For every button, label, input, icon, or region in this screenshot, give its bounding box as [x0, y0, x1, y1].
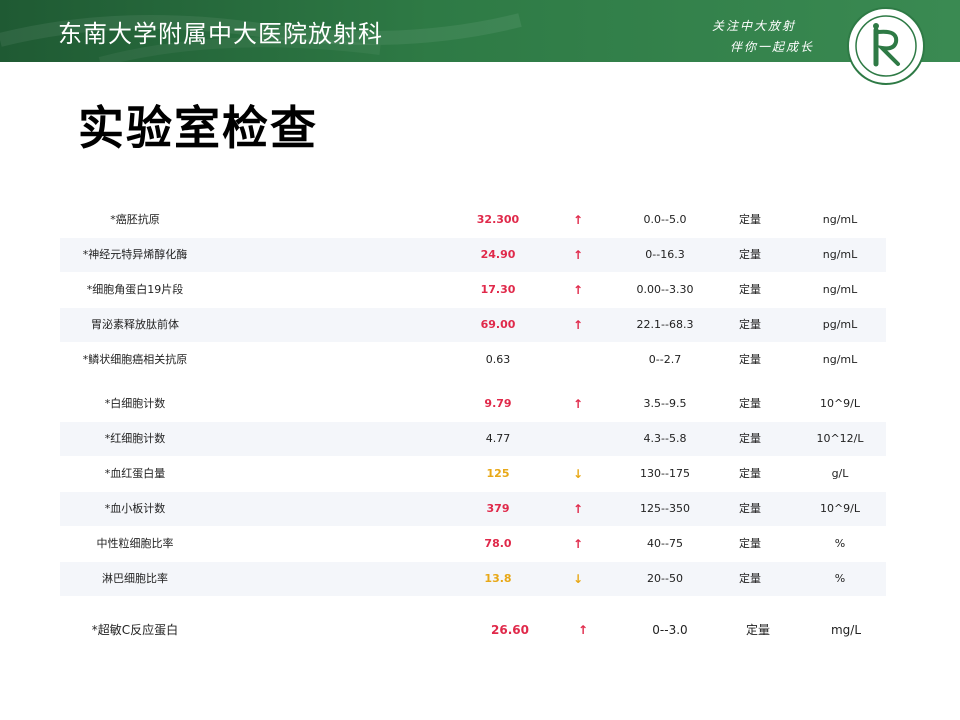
lab-reference-range: 3.5--9.5	[643, 397, 687, 410]
lab-method: 定量	[739, 353, 761, 366]
slogan-line1: 关注中大放射	[712, 19, 797, 33]
lab-test-name: *神经元特异烯醇化酶	[82, 248, 188, 261]
lab-row: *超敏C反应蛋白 26.60 ↑ 0--3.0 定量 mg/L	[60, 613, 894, 647]
lab-test-name: 中性粒细胞比率	[96, 537, 174, 550]
lab-unit: ng/mL	[822, 213, 858, 226]
hospital-radiology-logo-icon	[847, 7, 925, 85]
lab-unit: pg/mL	[822, 318, 858, 331]
lab-row: 胃泌素释放肽前体 69.00 ↑ 22.1--68.3 定量 pg/mL	[60, 308, 886, 342]
lab-method: 定量	[739, 213, 761, 226]
lab-unit: mg/L	[830, 623, 862, 637]
banner-title: 东南大学附属中大医院放射科	[58, 20, 383, 48]
lab-row: *细胞角蛋白19片段 17.30 ↑ 0.00--3.30 定量 ng/mL	[60, 273, 886, 307]
lab-value: 26.60	[491, 623, 529, 637]
lab-flag-arrow: ↓	[572, 467, 584, 481]
lab-test-name: 胃泌素释放肽前体	[91, 318, 179, 331]
lab-reference-range: 0--2.7	[648, 353, 682, 366]
lab-value: 0.63	[485, 353, 511, 366]
lab-value: 32.300	[476, 213, 520, 226]
lab-unit: ng/mL	[822, 353, 858, 366]
lab-test-name: *癌胚抗原	[110, 213, 160, 226]
lab-reference-range: 40--75	[647, 537, 683, 550]
lab-method: 定量	[739, 502, 761, 515]
lab-flag-arrow: ↑	[572, 537, 584, 551]
lab-test-name: *超敏C反应蛋白	[91, 623, 179, 637]
lab-unit: %	[834, 572, 846, 585]
lab-row: *红细胞计数 4.77 4.3--5.8 定量 10^12/L	[60, 422, 886, 456]
lab-reference-range: 0.0--5.0	[643, 213, 687, 226]
lab-value: 4.77	[485, 432, 511, 445]
slogan-line2: 伴你一起成长	[730, 40, 815, 54]
lab-flag-arrow: ↑	[572, 248, 584, 262]
page-title: 实验室检查	[78, 101, 318, 155]
lab-method: 定量	[739, 572, 761, 585]
lab-test-name: *血小板计数	[104, 502, 166, 515]
lab-flag-arrow: ↑	[572, 318, 584, 332]
lab-method: 定量	[739, 283, 761, 296]
lab-test-name: 淋巴细胞比率	[102, 572, 168, 585]
lab-flag-arrow: ↓	[572, 572, 584, 586]
lab-flag-arrow: ↑	[572, 502, 584, 516]
lab-row: *血红蛋白量 125 ↓ 130--175 定量 g/L	[60, 457, 886, 491]
lab-unit: 10^9/L	[819, 502, 861, 515]
lab-unit: ng/mL	[822, 248, 858, 261]
lab-flag-arrow: ↑	[577, 623, 589, 637]
lab-method: 定量	[739, 537, 761, 550]
lab-method: 定量	[739, 432, 761, 445]
lab-value: 17.30	[480, 283, 516, 296]
lab-row: *神经元特异烯醇化酶 24.90 ↑ 0--16.3 定量 ng/mL	[60, 238, 886, 272]
lab-value: 78.0	[484, 537, 512, 550]
lab-unit: 10^9/L	[819, 397, 861, 410]
lab-method: 定量	[739, 467, 761, 480]
lab-reference-range: 0.00--3.30	[636, 283, 694, 296]
lab-row: *血小板计数 379 ↑ 125--350 定量 10^9/L	[60, 492, 886, 526]
lab-reference-range: 4.3--5.8	[643, 432, 687, 445]
lab-reference-range: 130--175	[640, 467, 690, 480]
lab-unit: g/L	[831, 467, 849, 480]
lab-reference-range: 20--50	[647, 572, 683, 585]
lab-value: 9.79	[484, 397, 512, 410]
lab-unit: %	[834, 537, 846, 550]
lab-flag-arrow	[560, 343, 596, 377]
lab-test-name: *血红蛋白量	[104, 467, 166, 480]
lab-reference-range: 22.1--68.3	[636, 318, 694, 331]
lab-test-name: *红细胞计数	[104, 432, 166, 445]
lab-method: 定量	[739, 248, 761, 261]
lab-value: 13.8	[484, 572, 512, 585]
lab-row: 中性粒细胞比率 78.0 ↑ 40--75 定量%	[60, 527, 886, 561]
lab-test-name: *细胞角蛋白19片段	[86, 283, 184, 296]
lab-flag-arrow: ↑	[572, 283, 584, 297]
header-banner: 东南大学附属中大医院放射科 关注中大放射 伴你一起成长	[0, 0, 960, 62]
lab-method: 定量	[739, 318, 761, 331]
lab-row: 淋巴细胞比率 13.8 ↓ 20--50 定量%	[60, 562, 886, 596]
lab-unit: 10^12/L	[816, 432, 864, 445]
lab-flag-arrow	[560, 422, 596, 456]
lab-method: 定量	[739, 397, 761, 410]
lab-row: *白细胞计数 9.79 ↑ 3.5--9.5 定量 10^9/L	[60, 387, 886, 421]
lab-unit: ng/mL	[822, 283, 858, 296]
lab-reference-range: 125--350	[640, 502, 690, 515]
lab-value: 379	[486, 502, 510, 515]
lab-test-name: *鳞状细胞癌相关抗原	[82, 353, 188, 366]
lab-value: 69.00	[480, 318, 516, 331]
lab-reference-range: 0--3.0	[652, 623, 688, 637]
lab-reference-range: 0--16.3	[645, 248, 685, 261]
lab-method: 定量	[745, 623, 770, 637]
lab-flag-arrow: ↑	[572, 397, 584, 411]
lab-flag-arrow: ↑	[572, 213, 584, 227]
lab-value: 24.90	[480, 248, 516, 261]
lab-row: *鳞状细胞癌相关抗原 0.63 0--2.7 定量 ng/mL	[60, 343, 886, 377]
lab-test-name: *白细胞计数	[104, 397, 166, 410]
lab-row: *癌胚抗原 32.300 ↑ 0.0--5.0 定量 ng/mL	[60, 203, 886, 237]
lab-value: 125	[486, 467, 510, 480]
